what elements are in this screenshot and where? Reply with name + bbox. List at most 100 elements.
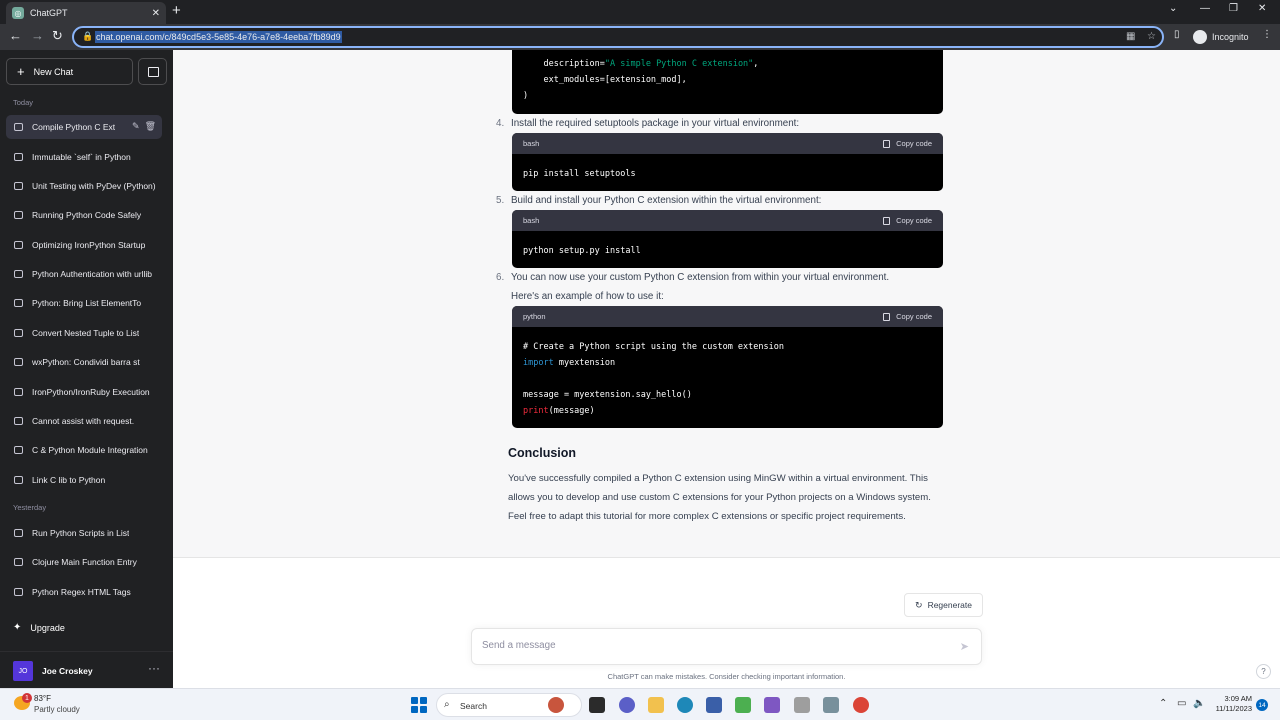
section-heading-yesterday: Yesterday (13, 503, 47, 512)
microsoft-store-icon[interactable] (706, 697, 722, 713)
chat-title: Python Regex HTML Tags (32, 587, 131, 597)
upgrade-button[interactable]: ✦ Upgrade (13, 622, 65, 633)
chat-history-item[interactable]: Run Python Scripts in List (6, 521, 162, 545)
window-close-icon[interactable]: ✕ (1258, 3, 1266, 14)
code-language: python (523, 312, 546, 321)
incognito-icon[interactable] (1193, 30, 1207, 44)
notification-badge[interactable]: 14 (1256, 699, 1268, 711)
chrome-icon[interactable] (853, 697, 869, 713)
user-name: Joe Croskey (42, 666, 93, 676)
chat-history-item[interactable]: Unit Testing with PyDev (Python) (6, 174, 162, 198)
temperature: 83°F (34, 694, 51, 703)
chat-bubble-icon (14, 153, 23, 161)
clipboard-icon (883, 216, 891, 225)
address-bar[interactable]: 🔒 chat.openai.com/c/849cd5e3-5e85-4e76-a… (72, 26, 1164, 48)
chat-history-item[interactable]: Convert Nested Tuple to List (6, 321, 162, 345)
step-text: Install the required setuptools package … (511, 118, 800, 129)
chat-title: Cannot assist with request. (32, 416, 135, 426)
chat-main: description="A simple Python C extension… (173, 50, 1280, 688)
chat-bubble-icon (14, 182, 23, 190)
browser-tab-strip: ◎ ChatGPT ✕ + ⌄ — ❐ ✕ (0, 0, 1280, 24)
trash-icon[interactable]: 🗑 (145, 121, 156, 131)
help-button[interactable]: ? (1256, 664, 1271, 679)
chat-history-item[interactable]: Clojure Main Function Entry (6, 550, 162, 574)
user-menu[interactable]: JO Joe Croskey ··· (0, 651, 173, 688)
conclusion-heading: Conclusion (508, 446, 577, 460)
chat-history-item[interactable]: Optimizing IronPython Startup (6, 233, 162, 257)
chat-history-item[interactable]: Running Python Code Safely (6, 203, 162, 227)
tab-search-chevron-icon[interactable]: ⌄ (1169, 3, 1177, 14)
volume-icon[interactable]: 🔈 (1193, 698, 1205, 709)
code-line: import myextension (523, 358, 616, 368)
chat-bubble-icon (14, 476, 23, 484)
search-highlight-icon[interactable] (548, 697, 564, 713)
step-text: Build and install your Python C extensio… (511, 195, 822, 206)
chat-bubble-icon (14, 417, 23, 425)
forward-arrow-icon[interactable]: → (31, 29, 44, 43)
windows-start-icon[interactable] (411, 697, 427, 713)
disclaimer-text: ChatGPT can make mistakes. Consider chec… (607, 672, 846, 681)
chat-history-item[interactable]: wxPython: Condividi barra st (6, 350, 162, 374)
chat-history-item[interactable]: Link C lib to Python (6, 468, 162, 492)
file-explorer-icon[interactable] (648, 697, 664, 713)
task-view-icon[interactable] (589, 697, 605, 713)
edit-pencil-icon[interactable]: ✎ (132, 121, 140, 131)
step-number: 6. (496, 272, 505, 283)
code-block: bash Copy code pip install setuptools (512, 133, 943, 191)
reload-icon[interactable]: ↻ (52, 29, 63, 43)
code-block: python Copy code # Create a Python scrip… (512, 306, 943, 428)
chat-item-tools: ✎ 🗑 (132, 121, 156, 132)
chat-history-item[interactable]: Python Authentication with urllib (6, 262, 162, 286)
new-tab-plus-icon[interactable]: + (172, 3, 181, 19)
chat-history-item[interactable]: IronPython/IronRuby Execution (6, 380, 162, 404)
copy-code-button[interactable]: Copy code (883, 139, 932, 148)
qr-code-icon[interactable]: ▦ (1126, 31, 1135, 42)
bookmark-star-icon[interactable]: ☆ (1147, 31, 1156, 42)
chat-history-item[interactable]: C & Python Module Integration (6, 438, 162, 462)
step-text: You can now use your custom Python C ext… (511, 272, 890, 283)
chat-bubble-icon (14, 388, 23, 396)
send-icon[interactable]: ➤ (960, 640, 969, 653)
tab-close-icon[interactable]: ✕ (152, 8, 160, 19)
code-line: ext_modules=[extension_mod], (523, 75, 687, 85)
chat-history-item[interactable]: Python: Bring List ElementTo (6, 291, 162, 315)
chat-bubble-icon (14, 529, 23, 537)
minimize-icon[interactable]: — (1200, 3, 1210, 14)
more-options-icon[interactable]: ··· (148, 661, 160, 675)
code-block-header: python Copy code (512, 306, 943, 327)
app-icon[interactable] (794, 697, 810, 713)
url-text[interactable]: chat.openai.com/c/849cd5e3-5e85-4e76-a7e… (95, 31, 342, 43)
chat-history-item[interactable]: Immutable `self` in Python (6, 145, 162, 169)
app-icon[interactable] (823, 697, 839, 713)
lock-icon[interactable]: 🔒 (82, 31, 93, 42)
tray-chevron-icon[interactable]: ⌃ (1159, 698, 1167, 709)
system-clock[interactable]: 3:09 AM 11/11/2023 (1212, 694, 1252, 714)
browser-menu-icon[interactable]: ⋮ (1262, 29, 1272, 40)
search-icon: ⌕ (444, 699, 450, 710)
regenerate-label: Regenerate (927, 600, 972, 610)
chat-history-item[interactable]: Compile Python C Ext ✎ 🗑 (6, 115, 162, 139)
message-input[interactable] (482, 640, 942, 651)
message-composer: ➤ (471, 628, 982, 665)
copy-code-button[interactable]: Copy code (883, 216, 932, 225)
side-panel-icon[interactable]: ▯ (1174, 29, 1180, 40)
collapse-sidebar-button[interactable] (138, 58, 167, 85)
back-arrow-icon[interactable]: ← (9, 29, 22, 43)
copy-code-button[interactable]: Copy code (883, 312, 932, 321)
network-icon[interactable]: ▭ (1177, 698, 1186, 709)
vscode-icon[interactable] (764, 697, 780, 713)
notepad-plus-icon[interactable] (735, 697, 751, 713)
browser-tab[interactable]: ◎ ChatGPT ✕ (6, 2, 166, 24)
teams-chat-icon[interactable] (619, 697, 635, 713)
chat-title: C & Python Module Integration (32, 445, 148, 455)
taskbar-search-label: Search (460, 701, 487, 711)
chat-history-item[interactable]: Python Regex HTML Tags (6, 580, 162, 604)
restore-icon[interactable]: ❐ (1229, 3, 1238, 14)
chat-history-item[interactable]: Cannot assist with request. (6, 409, 162, 433)
chat-bubble-icon (14, 558, 23, 566)
chat-title: Compile Python C Ext (32, 122, 116, 132)
regenerate-button[interactable]: ↻ Regenerate (904, 593, 983, 617)
chat-title: Optimizing IronPython Startup (32, 240, 146, 250)
edge-browser-icon[interactable] (677, 697, 693, 713)
new-chat-button[interactable]: + New Chat (6, 58, 133, 85)
